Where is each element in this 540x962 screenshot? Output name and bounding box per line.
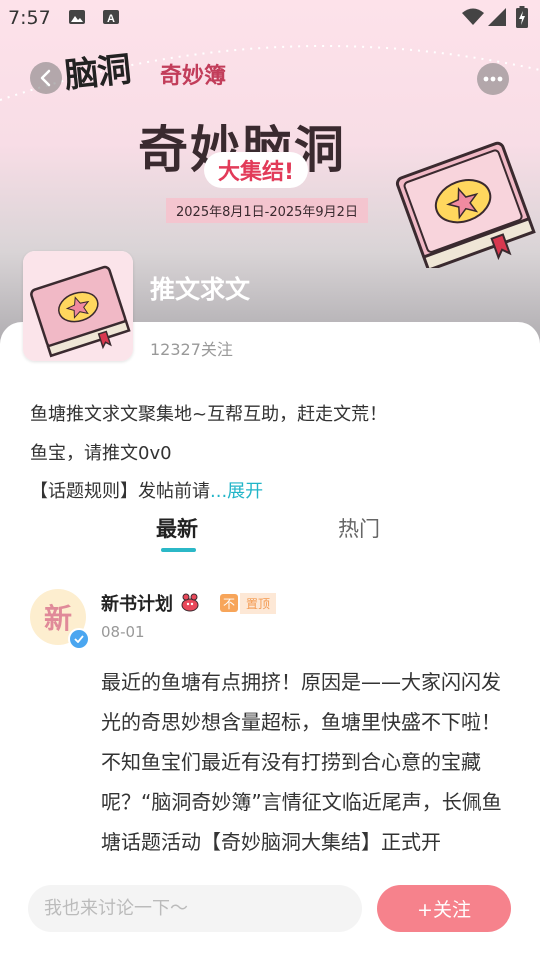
banner-subtitle: 大集结! xyxy=(204,152,309,188)
image-notification-icon xyxy=(69,10,85,24)
follow-button[interactable]: +关注 xyxy=(377,885,511,932)
author-name[interactable]: 新书计划 xyxy=(101,590,201,616)
comment-input[interactable] xyxy=(28,885,362,932)
more-dots-icon xyxy=(483,76,503,82)
topic-rules-text: 【话题规则】发帖前请 xyxy=(30,481,210,502)
pin-label: 置顶 xyxy=(240,592,277,614)
topic-title: 推文求文 xyxy=(150,275,251,304)
topic-description-line-2: 鱼宝，请推文0v0 xyxy=(30,443,172,464)
more-options-button[interactable] xyxy=(477,63,509,95)
banner-logo-sub: 奇妙簿 xyxy=(160,64,227,89)
chevron-left-icon xyxy=(40,69,51,87)
topic-description-line-1: 鱼塘推文求文聚集地~互帮互助，赶走文荒！ xyxy=(30,404,388,425)
banner-date-range: 2025年8月1日-2025年9月2日 xyxy=(166,198,368,223)
book-illustration xyxy=(395,141,536,268)
back-button[interactable] xyxy=(30,62,62,94)
tab-latest[interactable]: 最新 xyxy=(156,513,198,543)
font-notification-icon: A xyxy=(103,10,119,25)
pinned-badge: 不 置顶 xyxy=(220,592,277,614)
active-tab-indicator xyxy=(161,548,196,552)
battery-charging-icon xyxy=(516,6,528,28)
book-icon xyxy=(23,251,133,361)
wifi-icon xyxy=(462,8,484,25)
follower-count: 12327关注 xyxy=(150,340,233,359)
status-bar: 7:57 A xyxy=(0,0,540,36)
svg-text:A: A xyxy=(107,13,115,25)
expand-link[interactable]: ...展开 xyxy=(210,481,263,502)
status-time: 7:57 xyxy=(8,7,51,29)
author-name-text: 新书计划 xyxy=(101,594,173,615)
crab-emoji-icon xyxy=(181,593,199,612)
verified-badge-icon xyxy=(68,628,90,650)
post-date: 08-01 xyxy=(101,623,145,641)
topic-rules: 【话题规则】发帖前请...展开 xyxy=(30,477,263,503)
signal-icon xyxy=(488,8,506,26)
post-body[interactable]: 最近的鱼塘有点拥挤！原因是——大家闪闪发光的奇思妙想含量超标，鱼塘里快盛不下啦！… xyxy=(101,662,513,870)
tab-hot[interactable]: 热门 xyxy=(338,513,380,543)
pin-icon: 不 xyxy=(220,594,238,612)
banner-logo: 脑洞 xyxy=(62,49,133,97)
topic-avatar xyxy=(23,251,133,361)
